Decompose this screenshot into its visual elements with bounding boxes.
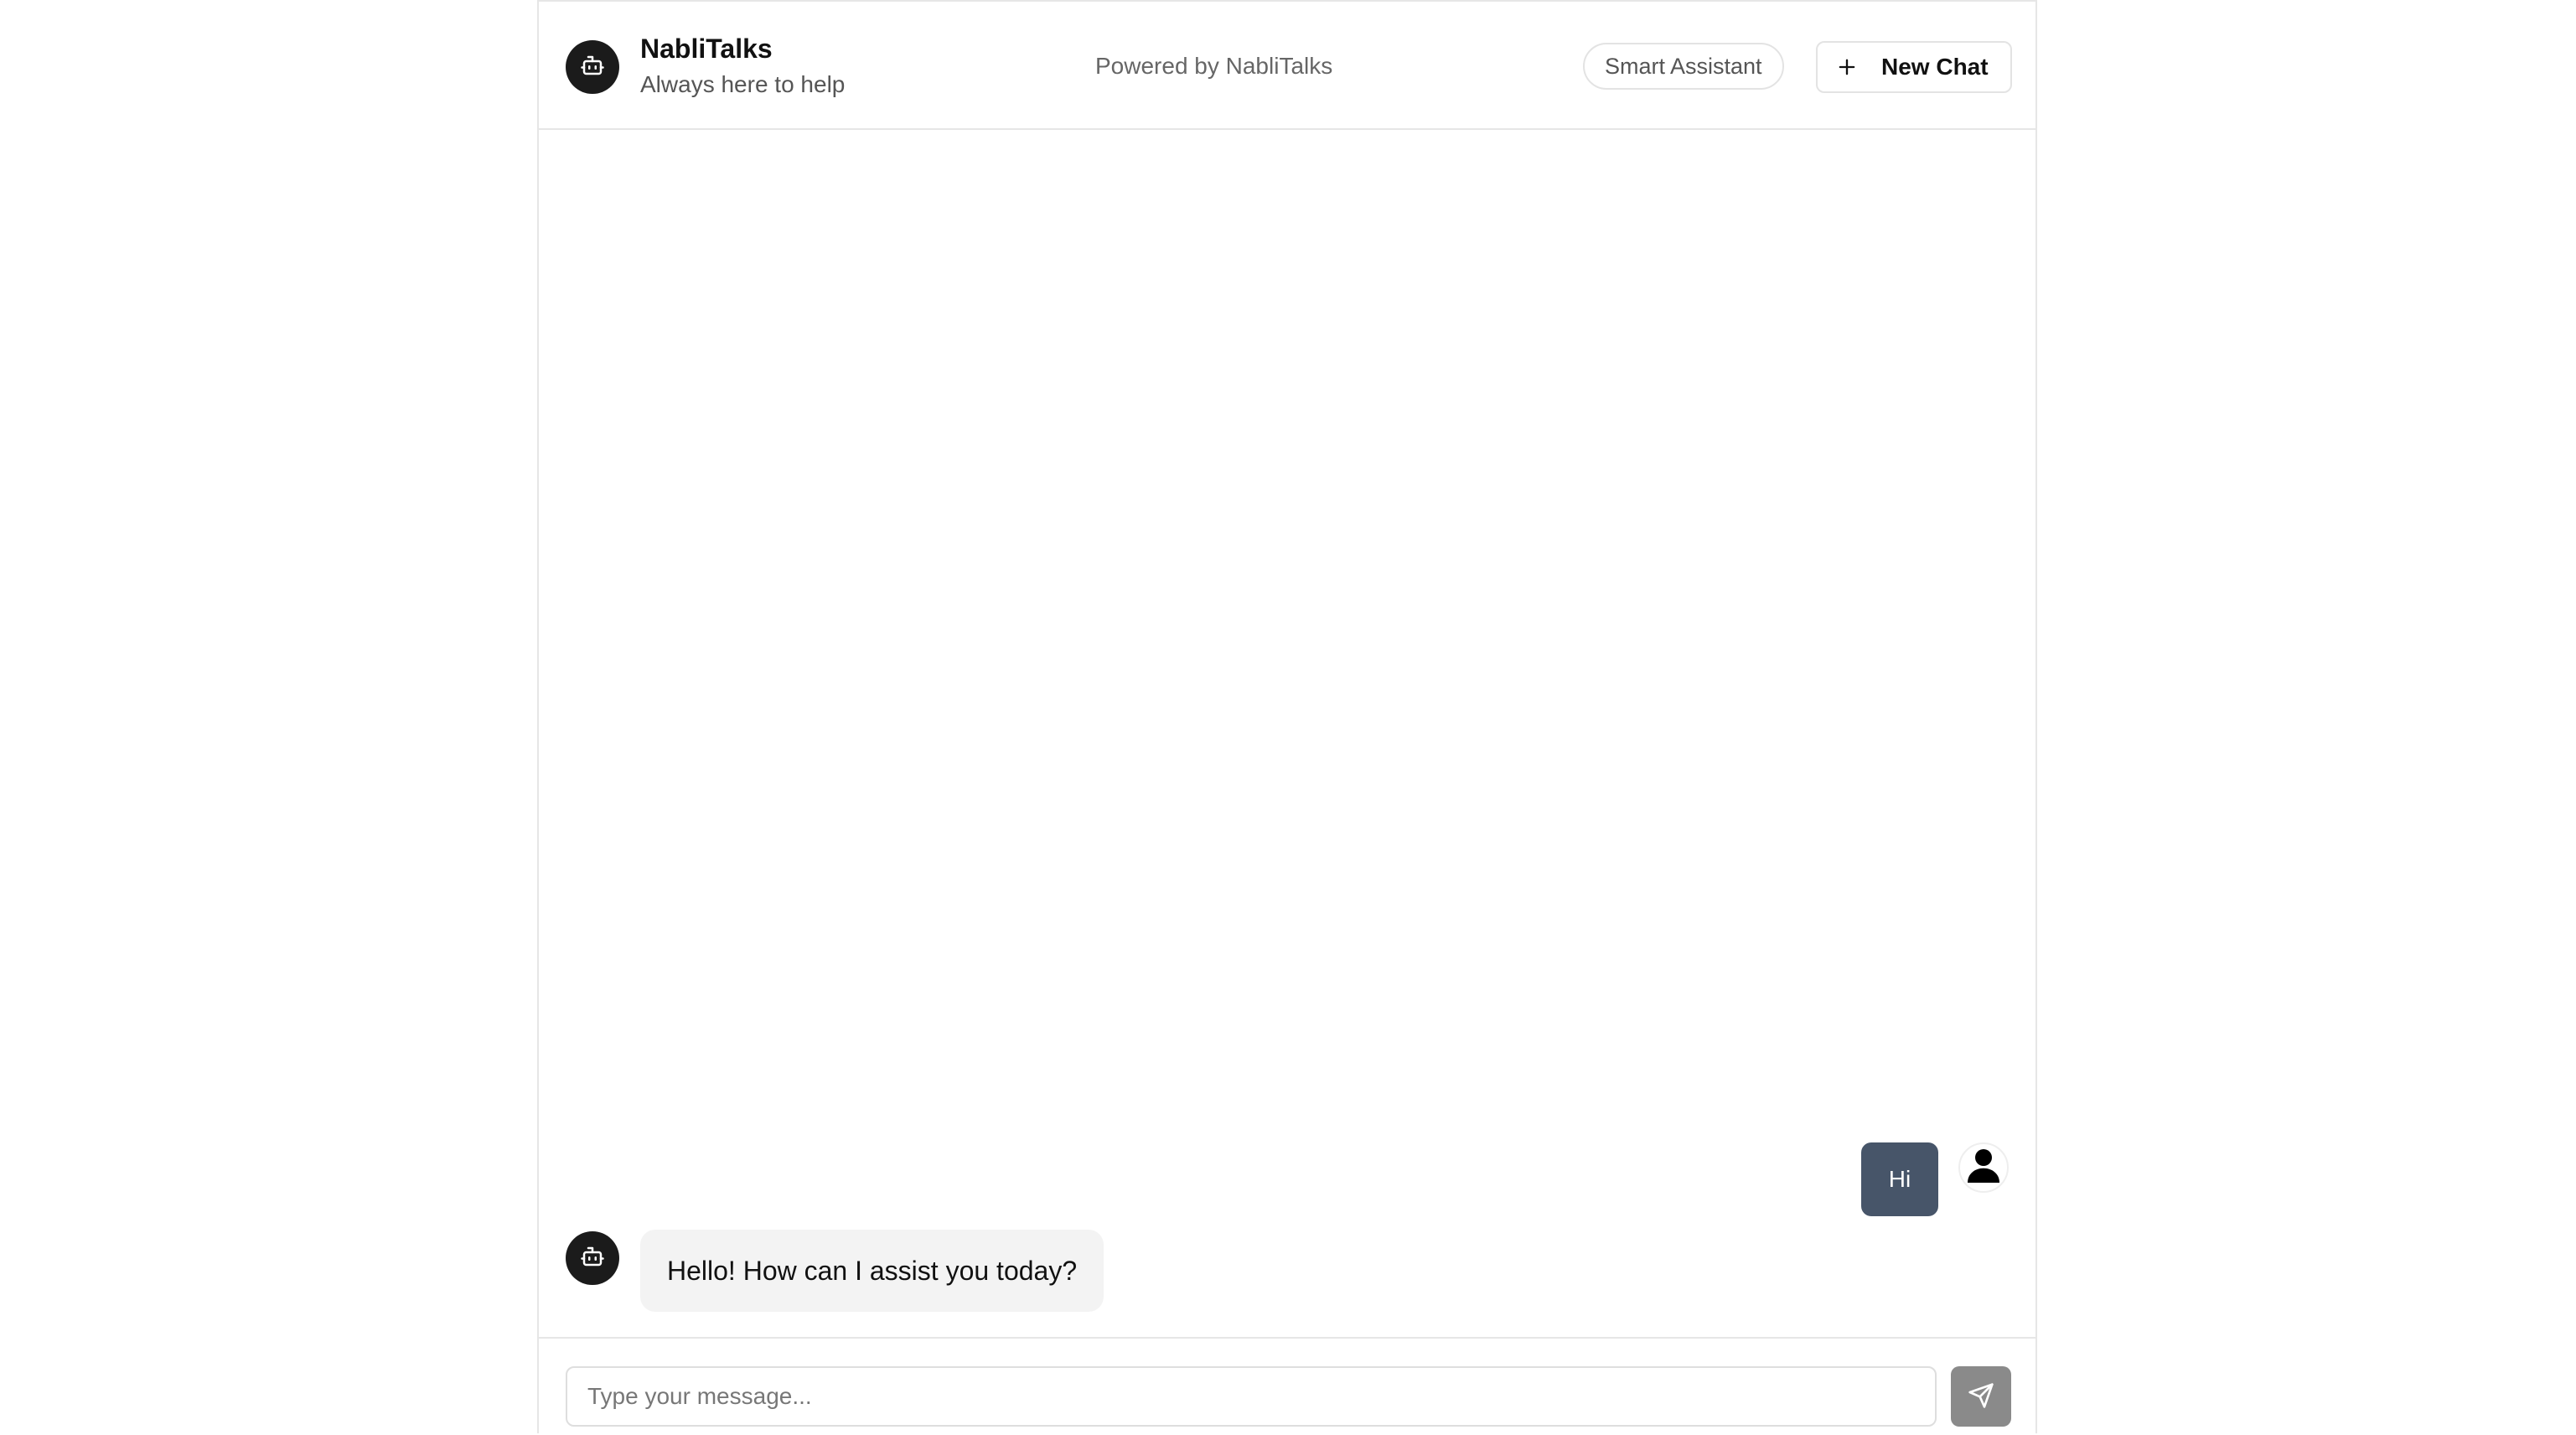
new-chat-label: New Chat bbox=[1881, 54, 1989, 80]
user-icon bbox=[1967, 1147, 2000, 1189]
app-title: NabliTalks bbox=[640, 34, 773, 64]
message-list[interactable]: Hi Hello! How can I assist you today? bbox=[539, 130, 2035, 1337]
powered-by-text: Powered by NabliTalks bbox=[1095, 53, 1333, 79]
app-subtitle: Always here to help bbox=[640, 71, 846, 97]
user-avatar bbox=[1958, 1142, 2009, 1193]
header-bot-avatar bbox=[566, 40, 619, 94]
assistant-message-bubble: Hello! How can I assist you today? bbox=[640, 1230, 1104, 1312]
user-message-bubble: Hi bbox=[1861, 1142, 1938, 1216]
send-icon bbox=[1968, 1382, 1994, 1412]
message-input[interactable] bbox=[566, 1366, 1937, 1427]
chat-app: NabliTalks Always here to help Powered b… bbox=[537, 0, 2037, 1433]
assistant-avatar bbox=[566, 1231, 619, 1285]
robot-icon bbox=[580, 1244, 605, 1273]
plus-icon bbox=[1834, 54, 1860, 80]
send-button[interactable] bbox=[1951, 1366, 2011, 1427]
new-chat-button[interactable]: New Chat bbox=[1816, 41, 2012, 93]
robot-icon bbox=[580, 53, 605, 82]
chat-header: NabliTalks Always here to help Powered b… bbox=[539, 2, 2035, 130]
message-composer bbox=[539, 1337, 2035, 1435]
smart-assistant-badge: Smart Assistant bbox=[1583, 43, 1784, 90]
